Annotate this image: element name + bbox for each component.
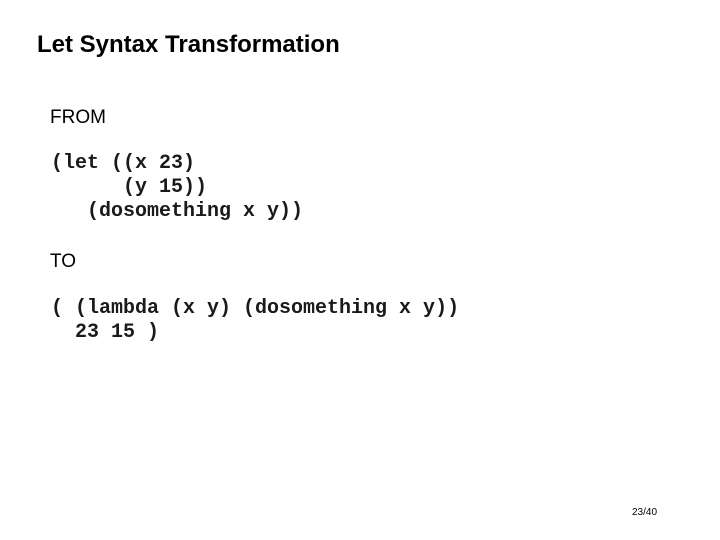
code-line: (let ((x 23)	[51, 152, 196, 175]
from-label: FROM	[50, 107, 106, 128]
to-code-block: ( (lambda (x y) (dosomething x y)) 23 15…	[51, 297, 459, 345]
from-code-block: (let ((x 23) (y 15)) (dosomething x y))	[51, 152, 303, 224]
code-line: ( (lambda (x y) (dosomething x y))	[51, 297, 460, 320]
code-line: 23 15 )	[51, 321, 160, 344]
page-number: 23/40	[632, 507, 658, 518]
code-line: (y 15))	[51, 176, 208, 199]
to-label: TO	[50, 251, 77, 272]
code-line: (dosomething x y))	[51, 200, 304, 223]
slide-title: Let Syntax Transformation	[37, 31, 340, 58]
